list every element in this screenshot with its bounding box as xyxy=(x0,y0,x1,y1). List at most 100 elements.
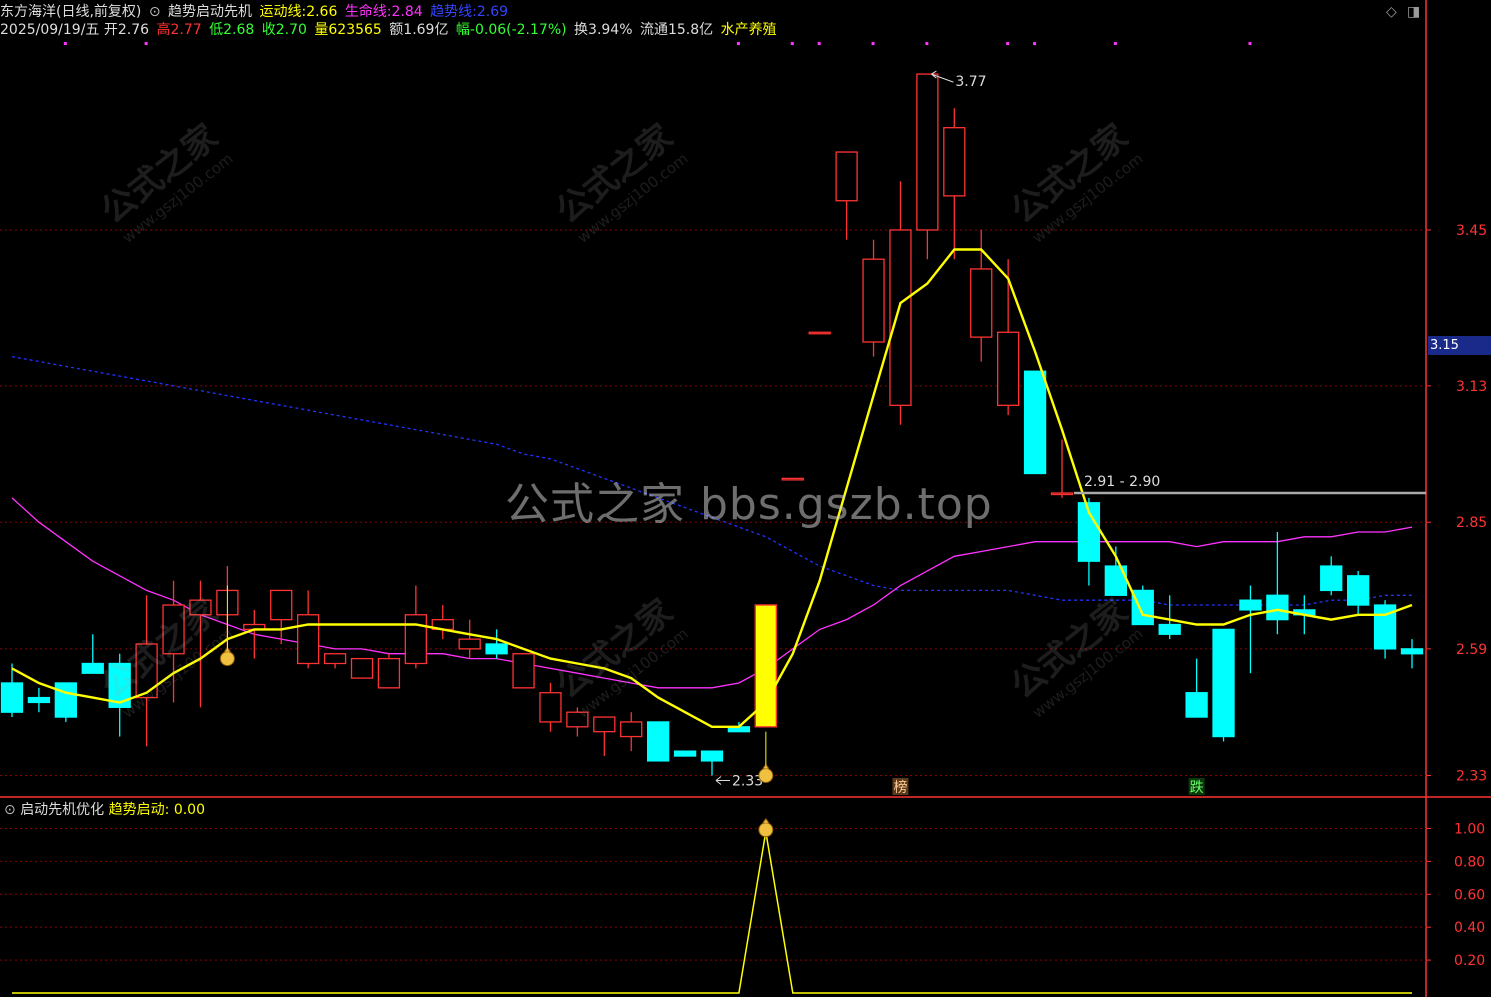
money-bag-icon xyxy=(758,763,774,784)
candle-body-down xyxy=(54,682,77,718)
candle-body-down xyxy=(27,696,51,704)
change-label: 幅 xyxy=(455,22,470,38)
sub-line xyxy=(12,831,1412,994)
stock-name[interactable]: 东方海洋(日线,前复权) xyxy=(0,4,141,20)
motion-line-value: 2.66 xyxy=(306,4,338,20)
signal-dot xyxy=(817,42,821,45)
life-line-value: 2.84 xyxy=(391,4,423,20)
candle-body-down xyxy=(0,682,24,713)
watermark-center: 公式之家 bbs.gszb.top xyxy=(505,479,993,530)
candle-body-up xyxy=(1050,492,1074,496)
signal-dot xyxy=(1113,42,1117,45)
candle xyxy=(27,687,51,713)
candle-body-up xyxy=(458,638,481,650)
indicator-toggle-icon[interactable]: ⊙ xyxy=(149,4,161,20)
open-value: 2.76 xyxy=(117,22,150,38)
candle xyxy=(620,712,643,752)
sub-y-tick-label: 0.20 xyxy=(1454,953,1485,969)
candle xyxy=(323,653,347,669)
candle xyxy=(647,721,670,762)
candle xyxy=(1185,658,1208,718)
signal-dot xyxy=(1033,42,1037,45)
indicator-name[interactable]: 趋势启动先机 xyxy=(168,4,252,20)
turnover-label: 换 xyxy=(574,22,589,38)
high-label: 3.77 xyxy=(955,74,986,90)
signal-dot xyxy=(1248,42,1252,45)
open-label: 开 xyxy=(103,22,118,38)
candle-body-down xyxy=(1185,692,1208,718)
y-tick-label: 2.59 xyxy=(1456,642,1487,658)
candle-body-up xyxy=(593,716,616,733)
candle-body-down xyxy=(1023,370,1047,475)
candle-body-down xyxy=(1212,628,1235,738)
candle xyxy=(1239,585,1262,674)
trend-line-label: 趋势线: xyxy=(430,4,477,20)
candle xyxy=(1373,600,1397,659)
candle-body-up xyxy=(297,614,320,665)
candle-body-up xyxy=(323,653,347,665)
candle xyxy=(1400,639,1424,669)
candle xyxy=(1320,556,1343,596)
candle xyxy=(943,108,966,260)
signal-dot xyxy=(63,42,67,45)
sub-y-tick-label: 0.40 xyxy=(1454,920,1485,936)
candle xyxy=(458,619,481,659)
trend-line-value: 2.69 xyxy=(476,4,509,20)
money-bag-top xyxy=(762,817,770,824)
header-row-2: 2025/09/19/五 开2.76 高2.77 低2.68 收2.70 量62… xyxy=(0,21,780,39)
candle xyxy=(862,239,885,357)
candle-body-up xyxy=(862,258,885,343)
sub-y-tick-label: 0.80 xyxy=(1454,854,1485,870)
signal-dot xyxy=(736,42,740,45)
money-bag-icon xyxy=(219,646,235,667)
candle-body-up xyxy=(889,229,912,406)
money-bag-body xyxy=(758,822,774,838)
money-bag-body xyxy=(219,651,235,667)
signal-dot xyxy=(1006,42,1010,45)
amount-value: 1.69亿 xyxy=(403,22,449,38)
candle-body-down xyxy=(1158,623,1181,635)
signal-dot xyxy=(144,42,148,45)
candle xyxy=(835,151,858,240)
motion-line-label: 运动线: xyxy=(259,4,307,20)
window-icon[interactable]: ◨ xyxy=(1407,4,1420,20)
volume-value: 623565 xyxy=(328,22,382,38)
candle-body-up xyxy=(916,73,939,231)
candle xyxy=(1347,570,1370,615)
candle-body-up xyxy=(997,331,1020,406)
candle-body-down xyxy=(485,643,508,655)
diamond-icon[interactable]: ◇ xyxy=(1386,4,1397,20)
turnover-value: 3.94% xyxy=(588,22,633,38)
low-arrow xyxy=(715,776,730,785)
y-tick-label: 2.33 xyxy=(1456,769,1487,785)
volume-label: 量 xyxy=(314,22,329,38)
candle xyxy=(431,605,454,640)
candle-body-up xyxy=(808,331,831,335)
amount-label: 额 xyxy=(389,22,404,38)
high-label: 高 xyxy=(156,22,171,38)
sector[interactable]: 水产养殖 xyxy=(721,22,777,38)
sub-toggle-icon[interactable]: ⊙ xyxy=(4,802,16,818)
candle xyxy=(1023,370,1047,475)
candle-body-up xyxy=(539,692,562,723)
candle xyxy=(700,750,724,776)
sub-indicator-name[interactable]: 启动先机优化 xyxy=(20,802,104,818)
tag-label: 榜 xyxy=(893,779,907,796)
close-value: 2.70 xyxy=(275,22,307,38)
candle-body-up xyxy=(350,657,374,679)
candle-body-down xyxy=(1239,599,1262,611)
current-price-tag: 3.15 xyxy=(1428,336,1491,355)
candle-body-down xyxy=(1400,648,1424,655)
sub-header: ⊙ 启动先机优化 趋势启动: 0.00 xyxy=(4,799,205,819)
candle xyxy=(916,73,939,260)
y-tick-label: 3.13 xyxy=(1456,379,1487,395)
candle xyxy=(1131,585,1154,626)
tag-label: 跌 xyxy=(1190,780,1204,796)
candle xyxy=(673,750,697,757)
candle-body-up xyxy=(835,151,858,202)
candle-body-down xyxy=(647,721,670,762)
candle xyxy=(1266,531,1289,635)
candle-body-down xyxy=(673,750,697,757)
candle xyxy=(1212,628,1235,742)
candle-body-down xyxy=(1266,594,1289,621)
